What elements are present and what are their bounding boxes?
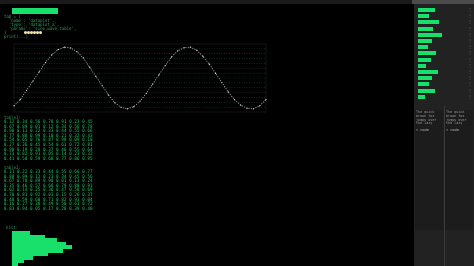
chart-point xyxy=(70,47,72,49)
chart-point xyxy=(13,105,15,107)
chart-point xyxy=(107,94,110,96)
chart-point xyxy=(246,107,248,109)
sidebar-pane[interactable]: The quick brown fox jumps over the lazy >… xyxy=(415,110,443,230)
chart-point xyxy=(196,49,198,51)
sidebar-bar xyxy=(418,26,434,31)
sidebar-bar xyxy=(418,14,430,19)
chart-point xyxy=(158,74,160,76)
chart-point xyxy=(259,105,261,107)
chart-point xyxy=(252,108,254,110)
chart-point xyxy=(145,92,147,95)
sidebar-dots-icon[interactable]: ⋮ xyxy=(468,51,472,55)
pane-text: The quick brown fox jumps over the lazy xyxy=(446,110,467,126)
sidebar-dots-icon[interactable]: ⋮ xyxy=(468,88,472,93)
sidebar-dots-icon[interactable]: ⋮ xyxy=(468,32,472,37)
sidebar-bar xyxy=(418,76,432,81)
sidebar-bar xyxy=(418,45,428,50)
chart-point xyxy=(215,72,217,74)
sidebar-dots-icon[interactable]: ⋮ xyxy=(468,94,472,99)
chart-point xyxy=(152,83,154,85)
chart-point xyxy=(189,46,191,48)
histogram: hist: xyxy=(6,226,96,266)
pane-title: > node xyxy=(416,128,429,133)
matrix-row: 0.83 0.94 0.05 0.17 0.28 0.39 0.40 xyxy=(4,205,93,211)
sidebar-pane[interactable]: The quick brown fox jumps over the lazy >… xyxy=(445,110,473,230)
chart-point xyxy=(265,99,267,101)
chart-point xyxy=(114,102,116,104)
chart-point xyxy=(101,85,103,87)
matrix-block-1: table1: 0.12 0.34 0.56 0.78 0.91 0.23 0.4… xyxy=(4,116,114,161)
pane-title: > node xyxy=(446,128,459,133)
code-line: print(...) xyxy=(4,34,29,39)
sidebar-dots-icon[interactable]: ⋮ xyxy=(468,45,472,49)
terminal-main[interactable]: tab = { 'name': 'dataplot', 'type': 'dat… xyxy=(0,4,414,266)
chart-point xyxy=(82,57,84,59)
sidebar-bar xyxy=(418,70,438,74)
matrix-row: 0.41 0.50 0.59 0.68 0.77 0.86 0.95 xyxy=(4,155,93,161)
chart-point xyxy=(139,100,141,102)
chart-point xyxy=(240,104,242,106)
chart-point xyxy=(76,51,78,53)
sine-chart xyxy=(13,43,267,113)
sidebar-bar xyxy=(418,88,435,93)
matrix-block-2: table2: 0.11 0.22 0.33 0.44 0.55 0.66 0.7… xyxy=(4,166,114,211)
sidebar-dots-icon[interactable]: ⋮ xyxy=(468,26,472,31)
sidebar-bar xyxy=(418,51,437,56)
chart-point xyxy=(51,54,53,56)
chart-point xyxy=(44,61,47,64)
chart-point xyxy=(208,63,210,65)
chart-point xyxy=(26,89,28,91)
chart-point xyxy=(126,108,128,110)
chart-point xyxy=(63,46,65,48)
chart-point xyxy=(177,50,179,52)
chart-point xyxy=(227,91,229,93)
chart-point xyxy=(19,99,21,101)
sidebar-bar xyxy=(418,20,439,25)
sidebar-bar xyxy=(418,63,427,68)
chart-point xyxy=(38,71,40,73)
chart-point xyxy=(221,82,223,84)
chart-point xyxy=(89,66,91,68)
chart-point xyxy=(202,55,204,57)
screen: tab = { 'name': 'dataplot', 'type': 'dat… xyxy=(0,0,474,266)
sidebar-dots-icon[interactable]: ⋮ xyxy=(468,76,472,80)
chart-point xyxy=(95,75,97,78)
sidebar-dots-icon[interactable]: ⋮ xyxy=(468,20,472,24)
chart-point xyxy=(164,65,166,67)
sidebar-bar xyxy=(418,94,425,99)
chart-point xyxy=(32,80,34,82)
sidebar-dots-icon[interactable]: ⋮ xyxy=(468,63,472,68)
chart-point xyxy=(57,48,59,51)
sidebar-bar xyxy=(418,39,432,43)
chart-point xyxy=(133,106,135,108)
sidebar-dots-icon[interactable]: ⋮ xyxy=(468,39,472,43)
sidebar-bar xyxy=(418,57,431,62)
sidebar-dots-icon[interactable]: ⋮ xyxy=(468,70,472,74)
sidebar-bar xyxy=(418,8,435,12)
sidebar-dots-icon[interactable]: ⋮ xyxy=(468,82,472,86)
sidebar-bar xyxy=(418,82,430,87)
sidebar-dots-icon[interactable]: ⋮ xyxy=(468,14,472,18)
code-block: tab = { 'name': 'dataplot', 'type': 'dat… xyxy=(4,15,124,39)
histogram-title: hist: xyxy=(6,225,19,230)
chart-point xyxy=(233,99,236,101)
chart-point xyxy=(183,47,185,49)
chart-point xyxy=(120,106,122,108)
sidebar-dots-icon[interactable]: ⋮ xyxy=(468,57,472,62)
sidebar[interactable]: ⋮ ⋮ ⋮ ⋮ ⋮ ⋮ ⋮ ⋮ ⋮ ⋮ ⋮ ⋮ ⋮ ⋮ ⋮ The quick brown fox jumps… xyxy=(414,4,474,266)
sidebar-bar xyxy=(418,32,442,37)
progress-indicator: ●●●●●● xyxy=(24,30,43,36)
chart-point xyxy=(170,56,173,58)
sidebar-dots-icon[interactable]: ⋮ xyxy=(468,8,472,12)
pane-text: The quick brown fox jumps over the lazy xyxy=(416,110,437,126)
